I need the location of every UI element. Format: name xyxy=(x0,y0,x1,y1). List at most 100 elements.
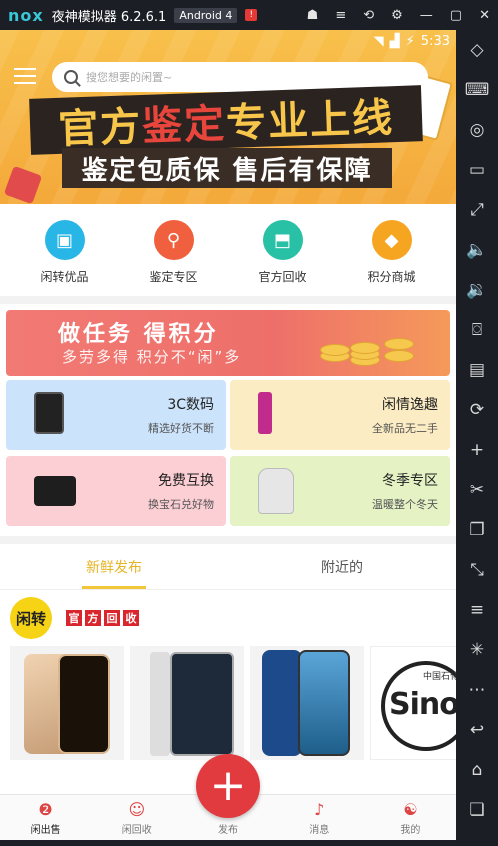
nav-profile[interactable]: ☯ 我的 xyxy=(365,795,456,840)
task-banner-title: 做任务 得积分 xyxy=(58,322,219,347)
screen-icon[interactable]: ▭ xyxy=(456,150,498,190)
emulator-toolbar: ◇ ⌨ ◎ ▭ ⤢ 🔈 🔉 ⌼ ▤ ⟳ + ✂ ❐ ⤡ ≡ ✳ ⋯ ↩ ⌂ ❏ xyxy=(456,30,498,846)
divider xyxy=(0,536,456,544)
tile-free-exchange[interactable]: 免费互换 换宝石兑好物 xyxy=(6,456,226,526)
product-card-ipad[interactable] xyxy=(130,646,244,760)
tag-char: 官 xyxy=(66,610,82,626)
fps-icon[interactable]: + xyxy=(456,430,498,470)
category-item-appraisal[interactable]: ⚲ 鉴定专区 xyxy=(124,220,224,286)
nox-logo: nox xyxy=(8,5,44,25)
pin-icon[interactable]: ⟲ xyxy=(363,8,374,23)
fullscreen-icon[interactable]: ⤢ xyxy=(456,190,498,230)
maximize-icon[interactable]: ▢ xyxy=(450,8,462,23)
headline-part: 上线 xyxy=(309,95,395,145)
tab-fresh[interactable]: 新鲜发布 xyxy=(0,544,228,589)
hero-banner[interactable]: ◥ ▟ ⚡ 5:33 搜您想要的闲置~ 官方 鉴定 专业 上线 鉴定包质保 售后有… xyxy=(0,30,456,204)
sinopec-text: 中国石化 xyxy=(423,672,456,682)
tile-subtitle: 精选好货不断 xyxy=(148,422,214,435)
tile-title: 冬季专区 xyxy=(382,473,438,489)
menu-icon[interactable] xyxy=(14,68,36,84)
diamond-icon: ◆ xyxy=(371,220,412,260)
tab-nearby[interactable]: 附近的 xyxy=(228,544,456,589)
category-item-premium[interactable]: ▣ 闲转优品 xyxy=(15,220,115,286)
headline-part: 官方 xyxy=(57,103,143,153)
tile-leisure[interactable]: 闲情逸趣 全新品无二手 xyxy=(230,380,450,450)
product-card-iphone[interactable] xyxy=(10,646,124,760)
sinopec-brand: Sinope xyxy=(389,687,456,722)
category-label: 积分商城 xyxy=(367,270,416,284)
volume-down-icon[interactable]: 🔉 xyxy=(456,270,498,310)
emulator-titlebar: nox 夜神模拟器 6.2.6.1 Android 4 ! ☗ ≡ ⟲ ⚙ — … xyxy=(0,0,498,30)
coins-illustration xyxy=(320,320,420,370)
category-label: 闲转优品 xyxy=(40,270,89,284)
cosmetic-image xyxy=(258,392,272,434)
loading-icon[interactable]: ✳ xyxy=(456,630,498,670)
feed-tabs: 新鲜发布 附近的 xyxy=(0,544,456,590)
category-label: 鉴定专区 xyxy=(149,270,198,284)
location-icon[interactable]: ◎ xyxy=(456,110,498,150)
close-icon[interactable]: ✕ xyxy=(479,8,490,23)
install-icon[interactable]: ▤ xyxy=(456,350,498,390)
camera-image xyxy=(34,468,76,506)
more-menu-icon[interactable]: ≡ xyxy=(456,590,498,630)
menu-icon[interactable]: ≡ xyxy=(335,8,346,23)
official-recycle-header: 闲转 官 方 回 收 xyxy=(0,590,456,646)
recents-icon[interactable]: ❏ xyxy=(456,790,498,830)
search-placeholder: 搜您想要的闲置~ xyxy=(86,71,173,84)
nav-message[interactable]: ♪ 消息 xyxy=(274,795,365,840)
tag-char: 方 xyxy=(85,610,101,626)
task-banner-subtitle: 多劳多得 积分不“闲”多 xyxy=(62,348,242,366)
product-card-sinopec[interactable]: Sinope 中国石化 xyxy=(370,646,456,760)
tile-title: 3C数码 xyxy=(167,397,214,413)
divider xyxy=(0,296,456,304)
nav-label: 消息 xyxy=(309,825,330,836)
category-label: 官方回收 xyxy=(258,270,307,284)
tile-subtitle: 温暖整个冬天 xyxy=(372,498,438,511)
phone-screen: ◥ ▟ ⚡ 5:33 搜您想要的闲置~ 官方 鉴定 专业 上线 鉴定包质保 售后有… xyxy=(0,30,456,840)
message-icon: ♪ xyxy=(314,800,325,819)
expand-icon[interactable]: ⤡ xyxy=(456,550,498,590)
magnifier-icon: ⚲ xyxy=(153,220,194,260)
back-icon[interactable]: ↩ xyxy=(456,710,498,750)
shake-icon[interactable]: ◇ xyxy=(456,30,498,70)
alert-icon[interactable]: ! xyxy=(245,9,258,21)
nav-label: 闲出售 xyxy=(30,825,61,836)
nav-label: 闲回收 xyxy=(121,825,152,836)
nav-recycle[interactable]: ☺ 闲回收 xyxy=(91,795,182,840)
tile-subtitle: 全新品无二手 xyxy=(372,422,438,435)
product-list: Sinope 中国石化 xyxy=(0,646,456,760)
headline-part: 专业 xyxy=(225,98,311,147)
recycle-icon: ☺ xyxy=(128,800,146,819)
nav-label: 我的 xyxy=(400,825,421,836)
publish-fab[interactable]: + xyxy=(196,754,260,818)
official-recycle-tag: 官 方 回 收 xyxy=(66,610,139,626)
bag-icon: ▣ xyxy=(44,220,85,260)
product-card-phone-blue[interactable] xyxy=(250,646,364,760)
profile-icon: ☯ xyxy=(403,800,418,819)
multi-instance-icon[interactable]: ❐ xyxy=(456,510,498,550)
skin-icon[interactable]: ☗ xyxy=(307,8,319,23)
minimize-icon[interactable]: — xyxy=(420,8,433,23)
volume-up-icon[interactable]: 🔈 xyxy=(456,230,498,270)
nav-sell[interactable]: ❷ 闲出售 xyxy=(0,795,91,840)
wifi-icon: ◥ xyxy=(373,34,384,49)
keyboard-icon[interactable]: ⌨ xyxy=(456,70,498,110)
settings-icon[interactable]: ⚙ xyxy=(391,8,403,23)
status-time: 5:33 xyxy=(420,34,450,49)
tag-char: 回 xyxy=(104,610,120,626)
xianzhuan-logo: 闲转 xyxy=(10,597,52,639)
tile-winter[interactable]: 冬季专区 温暖整个冬天 xyxy=(230,456,450,526)
jacket-image xyxy=(258,468,294,514)
screenshot-icon[interactable]: ⌼ xyxy=(456,310,498,350)
category-item-recycle[interactable]: ⬒ 官方回收 xyxy=(233,220,333,286)
category-item-points-mall[interactable]: ◆ 积分商城 xyxy=(342,220,442,286)
cut-icon[interactable]: ✂ xyxy=(456,470,498,510)
battery-icon: ⚡ xyxy=(405,34,415,49)
feature-tiles: 3C数码 精选好货不断 闲情逸趣 全新品无二手 免费互换 换宝石兑好物 冬季专区… xyxy=(0,380,456,536)
tile-3c-digital[interactable]: 3C数码 精选好货不断 xyxy=(6,380,226,450)
ellipsis-icon[interactable]: ⋯ xyxy=(456,670,498,710)
tile-title: 闲情逸趣 xyxy=(382,397,438,413)
rotate-icon[interactable]: ⟳ xyxy=(456,390,498,430)
home-icon[interactable]: ⌂ xyxy=(456,750,498,790)
task-banner[interactable]: 做任务 得积分 多劳多得 积分不“闲”多 xyxy=(6,310,450,376)
